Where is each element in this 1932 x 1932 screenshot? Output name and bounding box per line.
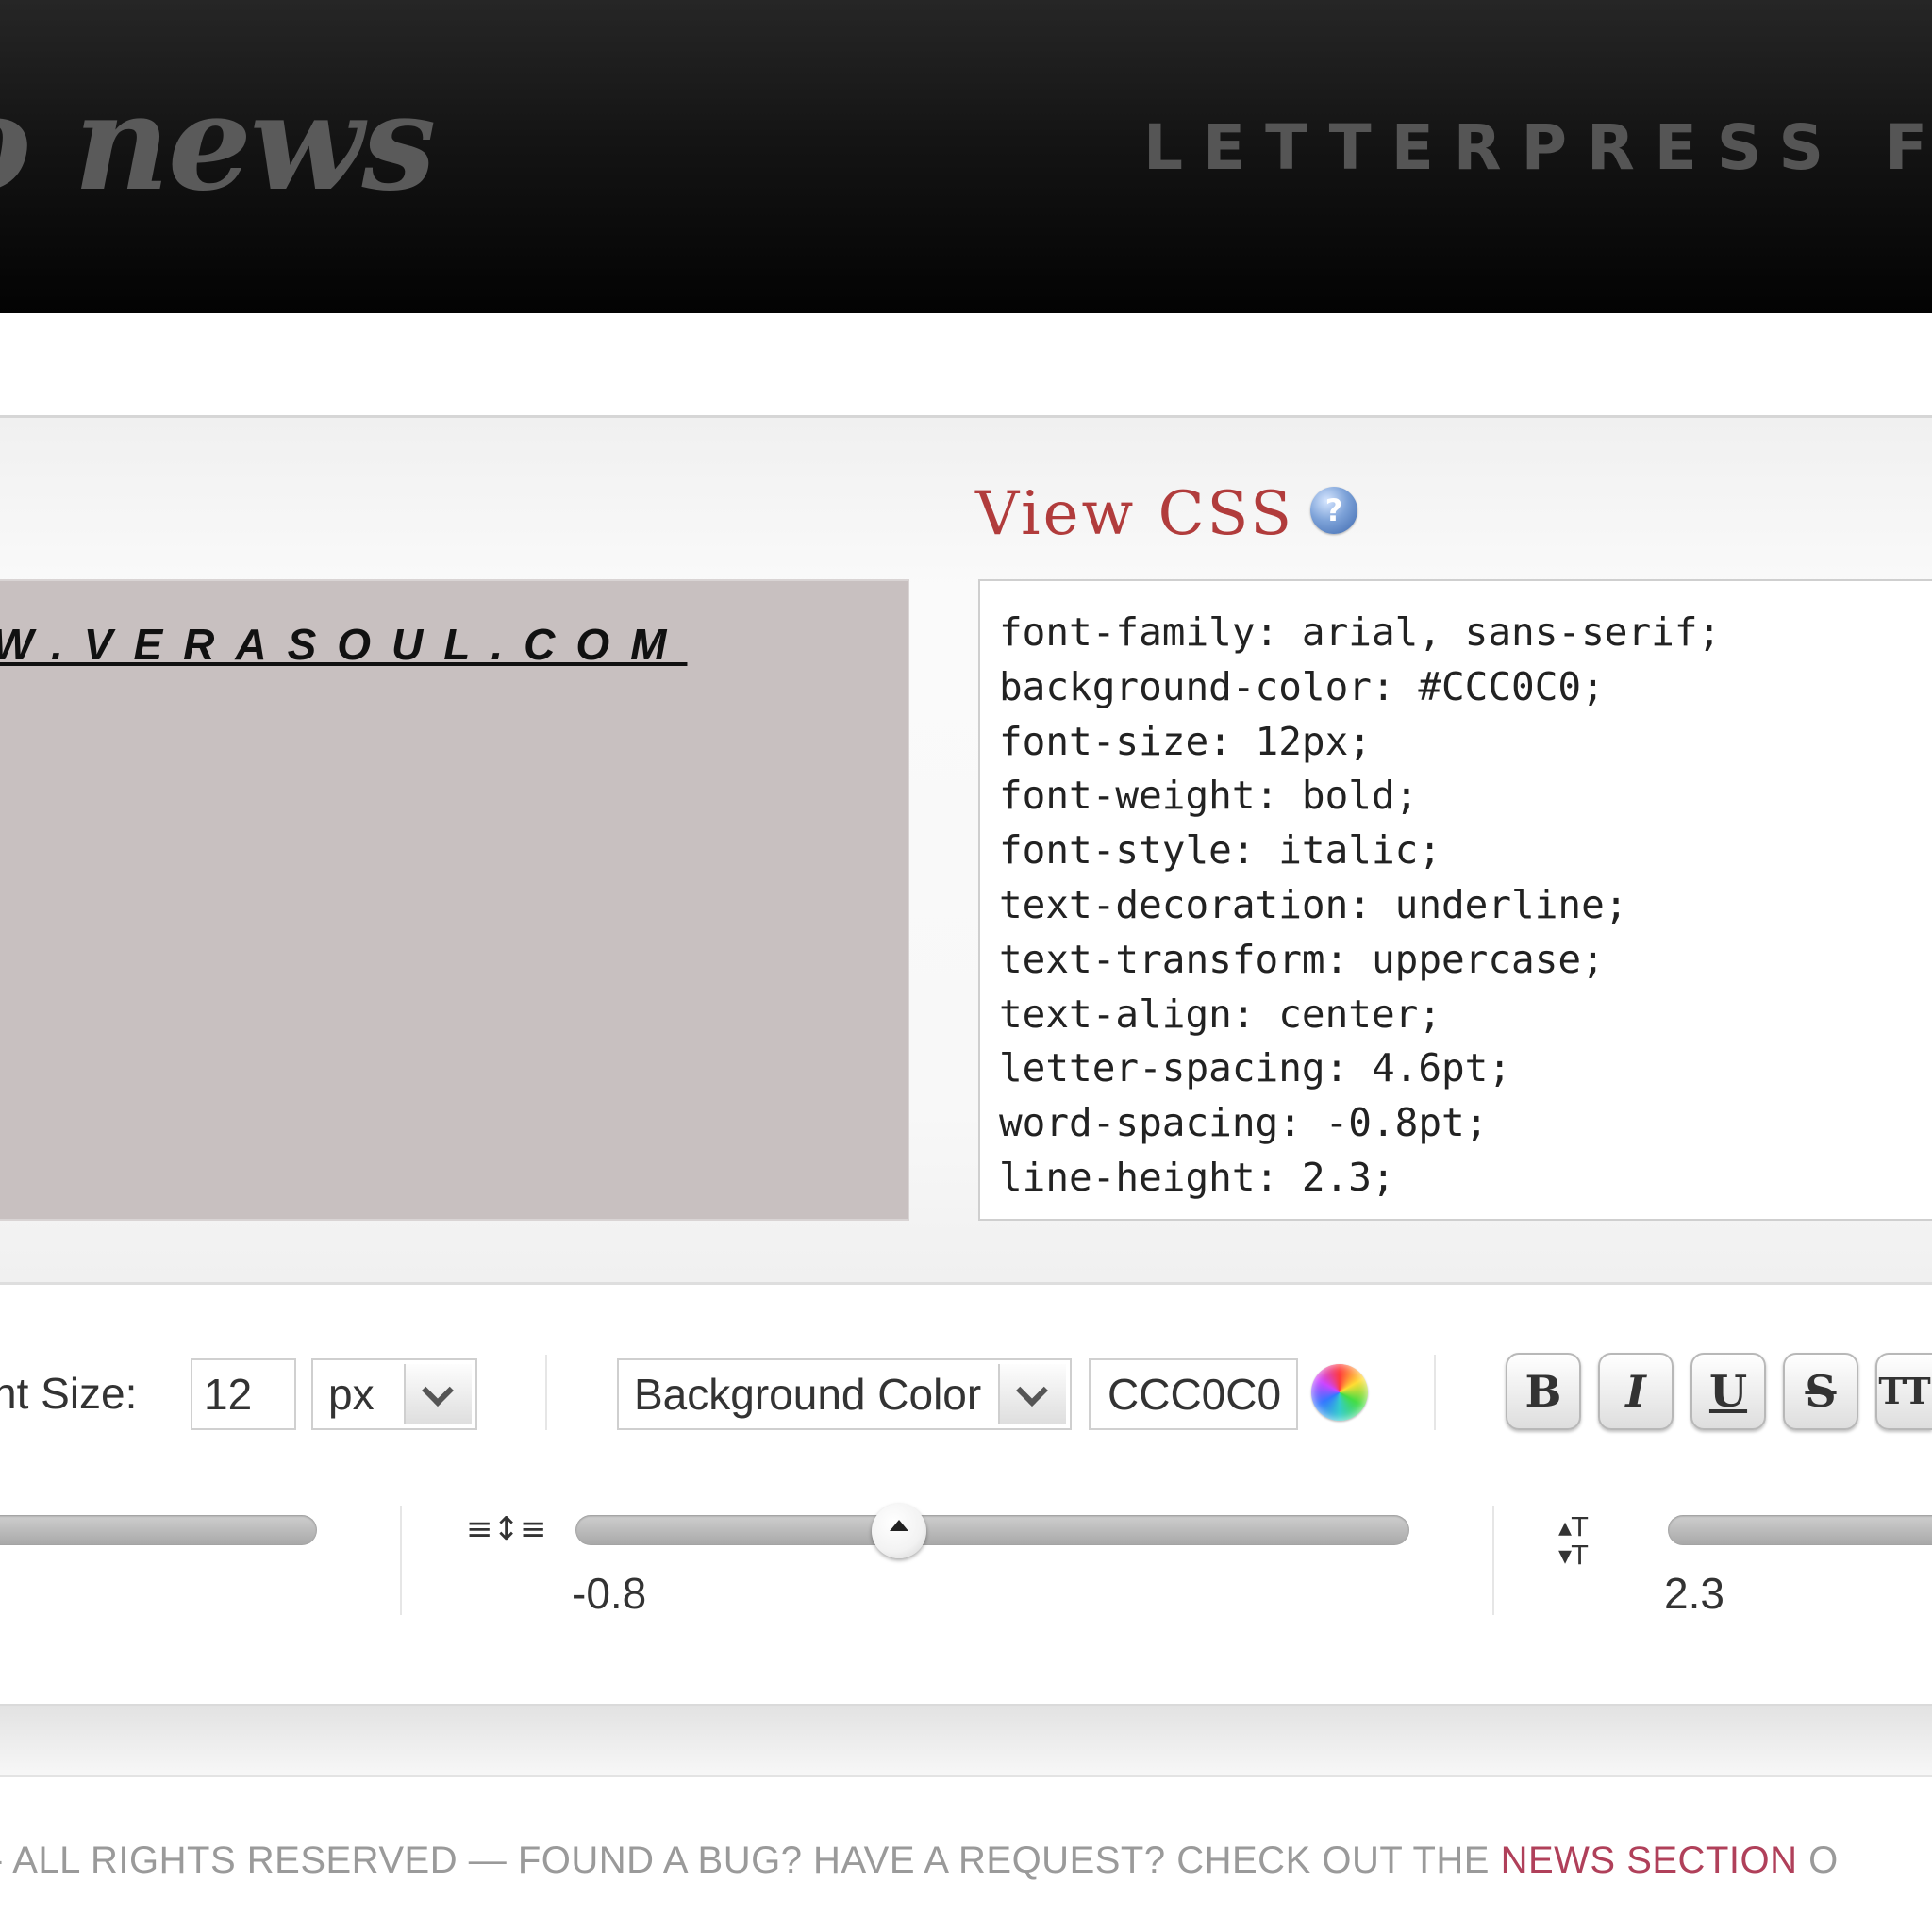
unit-select[interactable]: px (311, 1358, 477, 1430)
word-spacing-value: -0.8 (572, 1569, 647, 1618)
news-section-link[interactable]: NEWS SECTION (1501, 1840, 1798, 1881)
color-target-value: Background Color (634, 1370, 982, 1419)
font-size-input[interactable]: 12 (191, 1358, 296, 1430)
css-line: text-decoration: underline; (999, 881, 1628, 927)
line-height-value: 2.3 (1664, 1569, 1724, 1618)
footer-text: - ALL RIGHTS RESERVED — FOUND A BUG? HAV… (0, 1840, 1501, 1881)
css-line: font-family: arial, sans-serif; (999, 609, 1722, 655)
css-line: text-align: center; (999, 991, 1441, 1037)
css-line: text-transform: uppercase; (999, 936, 1605, 982)
color-wheel-icon[interactable] (1311, 1364, 1368, 1421)
underline-button[interactable]: U (1690, 1353, 1766, 1430)
question-icon[interactable]: ? (1310, 487, 1357, 534)
css-line: word-spacing: -0.8pt; (999, 1100, 1489, 1146)
line-height-icon: ▴T ▾T (1558, 1511, 1589, 1571)
word-spacing-slider[interactable] (575, 1515, 1409, 1545)
divider (545, 1355, 547, 1430)
css-line: font-weight: bold; (999, 773, 1419, 819)
italic-button[interactable]: I (1598, 1353, 1674, 1430)
lower-band (0, 1704, 1932, 1777)
site-logo[interactable]: o news (0, 66, 436, 221)
divider (400, 1506, 402, 1615)
text-preview-box: W.VERASOUL.COM (0, 579, 909, 1221)
css-line: font-style: italic; (999, 827, 1441, 874)
word-spacing-icon: ≡↕≡ (466, 1510, 547, 1548)
unit-select-value: px (328, 1370, 375, 1419)
site-tagline: LETTERPRESS FOR T (1143, 111, 1932, 184)
word-spacing-slider-thumb[interactable] (872, 1504, 926, 1558)
line-height-slider[interactable] (1668, 1515, 1932, 1545)
chevron-down-icon[interactable] (998, 1364, 1066, 1424)
site-header: o news LETTERPRESS FOR T (0, 0, 1932, 313)
strikethrough-button[interactable]: S (1783, 1353, 1858, 1430)
view-css-heading: View CSS (975, 479, 1295, 549)
controls-panel (0, 1285, 1932, 1707)
css-line: letter-spacing: 4.6pt; (999, 1045, 1512, 1091)
css-line: background-color: #CCC0C0; (999, 663, 1605, 709)
color-hex-input[interactable]: CCC0C0 (1089, 1358, 1298, 1430)
color-target-select[interactable]: Background Color (617, 1358, 1072, 1430)
css-line: font-size: 12px; (999, 718, 1372, 764)
footer: - ALL RIGHTS RESERVED — FOUND A BUG? HAV… (0, 1840, 1839, 1882)
divider (1434, 1355, 1436, 1430)
font-size-label: nt Size: (0, 1369, 138, 1418)
css-output-box[interactable]: font-family: arial, sans-serif; backgrou… (978, 579, 1932, 1221)
letter-spacing-slider[interactable] (0, 1515, 317, 1545)
uppercase-button[interactable]: TT (1875, 1353, 1932, 1430)
chevron-down-icon[interactable] (404, 1364, 472, 1424)
footer-tail: O (1797, 1840, 1839, 1881)
css-line: line-height: 2.3; (999, 1154, 1395, 1200)
preview-text: W.VERASOUL.COM (0, 620, 688, 669)
divider (1492, 1506, 1494, 1615)
bold-button[interactable]: B (1506, 1353, 1581, 1430)
